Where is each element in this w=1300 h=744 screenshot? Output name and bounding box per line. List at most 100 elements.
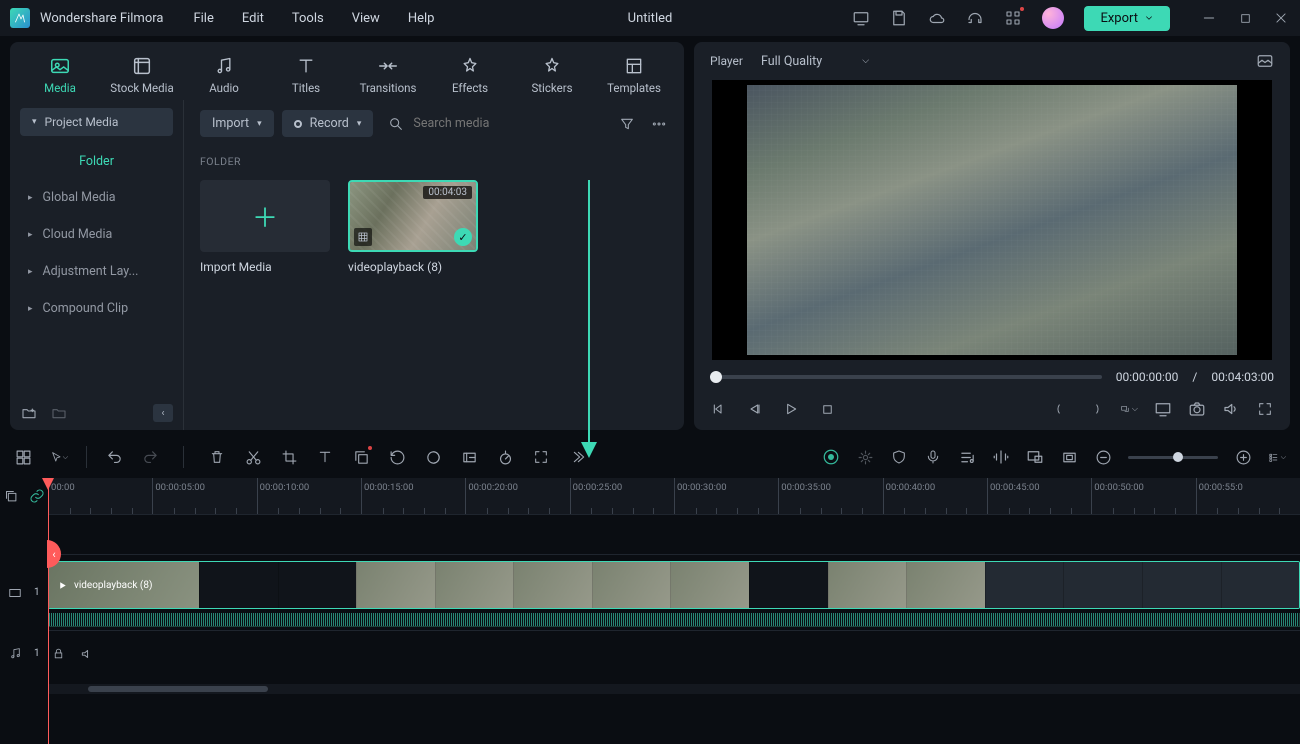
more-tools-icon[interactable]	[568, 448, 586, 466]
volume-icon[interactable]	[1222, 400, 1240, 418]
sidebar-global-media[interactable]: ▸Global Media	[10, 179, 183, 216]
sidebar-adjustment-layer[interactable]: ▸Adjustment Lay...	[10, 253, 183, 290]
tab-effects[interactable]: Effects	[434, 55, 506, 95]
timeline-clip[interactable]: videoplayback (8)	[48, 561, 1300, 609]
snapshot-icon[interactable]	[1256, 52, 1274, 70]
time-ruler[interactable]: ‹ 00:0000:00:05:0000:00:10:0000:00:15:00…	[48, 478, 1300, 514]
mark-out-icon[interactable]	[1086, 400, 1104, 418]
display-icon[interactable]	[1154, 400, 1172, 418]
folder-icon[interactable]	[50, 404, 68, 422]
maximize-icon[interactable]	[1236, 9, 1254, 27]
screen-icon[interactable]	[1026, 448, 1044, 466]
mark-in-icon[interactable]	[1052, 400, 1070, 418]
view-mode-icon[interactable]: ⌵	[1268, 448, 1286, 466]
main-menu: File Edit Tools View Help	[193, 11, 434, 26]
quality-dropdown[interactable]: Full Quality⌵	[761, 54, 869, 69]
audio-track[interactable]: 1	[48, 630, 1300, 676]
import-media-tile[interactable]: ＋	[200, 180, 330, 252]
annotation-arrow-icon	[579, 180, 599, 460]
prev-frame-icon[interactable]	[710, 400, 728, 418]
export-button[interactable]: Export	[1084, 6, 1170, 31]
history-icon[interactable]	[388, 448, 406, 466]
minimize-icon[interactable]	[1200, 9, 1218, 27]
crop-icon[interactable]	[280, 448, 298, 466]
zoom-slider[interactable]	[1128, 456, 1218, 459]
menu-view[interactable]: View	[352, 11, 380, 26]
device-icon[interactable]	[852, 9, 870, 27]
timeline-copy-icon[interactable]	[2, 487, 20, 505]
undo-icon[interactable]	[105, 448, 123, 466]
cut-icon[interactable]	[244, 448, 262, 466]
folder-label[interactable]: Folder	[10, 144, 183, 179]
frame-icon[interactable]	[1060, 448, 1078, 466]
camera-icon[interactable]	[1188, 400, 1206, 418]
color-icon[interactable]	[424, 448, 442, 466]
menu-edit[interactable]: Edit	[242, 11, 264, 26]
mixer-icon[interactable]	[992, 448, 1010, 466]
record-dropdown[interactable]: Record▾	[282, 110, 374, 137]
play-reverse-icon[interactable]	[746, 400, 764, 418]
zoom-out-icon[interactable]	[1094, 448, 1112, 466]
delete-icon[interactable]	[208, 448, 226, 466]
save-icon[interactable]	[890, 9, 908, 27]
audio-lock-icon[interactable]	[50, 645, 68, 663]
apps-icon[interactable]	[1004, 9, 1022, 27]
project-media-button[interactable]: ▾Project Media	[20, 108, 173, 136]
shield-icon[interactable]	[890, 448, 908, 466]
tab-transitions[interactable]: Transitions	[352, 55, 424, 95]
copy-icon[interactable]	[352, 448, 370, 466]
zoom-in-icon[interactable]	[1234, 448, 1252, 466]
layout-icon[interactable]	[14, 448, 32, 466]
menu-help[interactable]: Help	[408, 11, 435, 26]
new-folder-icon[interactable]	[20, 404, 38, 422]
tab-stock-media[interactable]: Stock Media	[106, 55, 178, 95]
search-input[interactable]	[413, 116, 610, 131]
player-tab[interactable]: Player	[710, 54, 743, 68]
menu-tools[interactable]: Tools	[292, 11, 324, 26]
ruler-mark: 00:00:55:0	[1196, 478, 1300, 514]
sidebar-cloud-media[interactable]: ▸Cloud Media	[10, 216, 183, 253]
ratio-icon[interactable]: ⌵	[1120, 400, 1138, 418]
playhead[interactable]	[48, 478, 49, 744]
timeline-scrollbar[interactable]	[48, 684, 1300, 694]
mic-icon[interactable]	[924, 448, 942, 466]
video-track[interactable]: 1 videoplayback (8)	[48, 554, 1300, 630]
stop-icon[interactable]	[818, 400, 836, 418]
tab-audio[interactable]: Audio	[188, 55, 260, 95]
play-icon[interactable]	[782, 400, 800, 418]
audio-mute-icon[interactable]	[78, 645, 96, 663]
time-separator: /	[1192, 370, 1197, 384]
sparkle-icon[interactable]	[856, 448, 874, 466]
ai-circle-icon[interactable]	[822, 448, 840, 466]
expand-icon[interactable]	[532, 448, 550, 466]
timeline-toolbar: ⌵ ⌵	[0, 436, 1300, 478]
redo-icon[interactable]	[141, 448, 159, 466]
close-icon[interactable]	[1272, 9, 1290, 27]
tab-media[interactable]: Media	[24, 55, 96, 95]
filter-icon[interactable]	[618, 115, 636, 133]
media-clip-tile[interactable]: 00:04:03 ✓	[348, 180, 478, 252]
link-icon[interactable]	[28, 487, 46, 505]
search-icon	[387, 115, 405, 133]
media-panel: Media Stock Media Audio Titles Transitio…	[10, 42, 684, 430]
import-media-label: Import Media	[200, 260, 330, 274]
text-icon[interactable]	[316, 448, 334, 466]
sidebar-compound-clip[interactable]: ▸Compound Clip	[10, 290, 183, 327]
cloud-icon[interactable]	[928, 9, 946, 27]
import-dropdown[interactable]: Import▾	[200, 110, 274, 137]
collapse-sidebar-icon[interactable]: ‹	[153, 404, 173, 422]
menu-file[interactable]: File	[193, 11, 213, 26]
preview-area[interactable]	[712, 80, 1272, 360]
music-list-icon[interactable]	[958, 448, 976, 466]
tab-titles[interactable]: Titles	[270, 55, 342, 95]
headphones-icon[interactable]	[966, 9, 984, 27]
avatar[interactable]	[1042, 7, 1064, 29]
more-icon[interactable]	[650, 115, 668, 133]
fullscreen-icon[interactable]	[1256, 400, 1274, 418]
adjust-icon[interactable]	[460, 448, 478, 466]
tab-templates[interactable]: Templates	[598, 55, 670, 95]
scrub-bar[interactable]	[710, 375, 1102, 379]
speed-icon[interactable]	[496, 448, 514, 466]
cursor-icon[interactable]: ⌵	[50, 448, 68, 466]
tab-stickers[interactable]: Stickers	[516, 55, 588, 95]
